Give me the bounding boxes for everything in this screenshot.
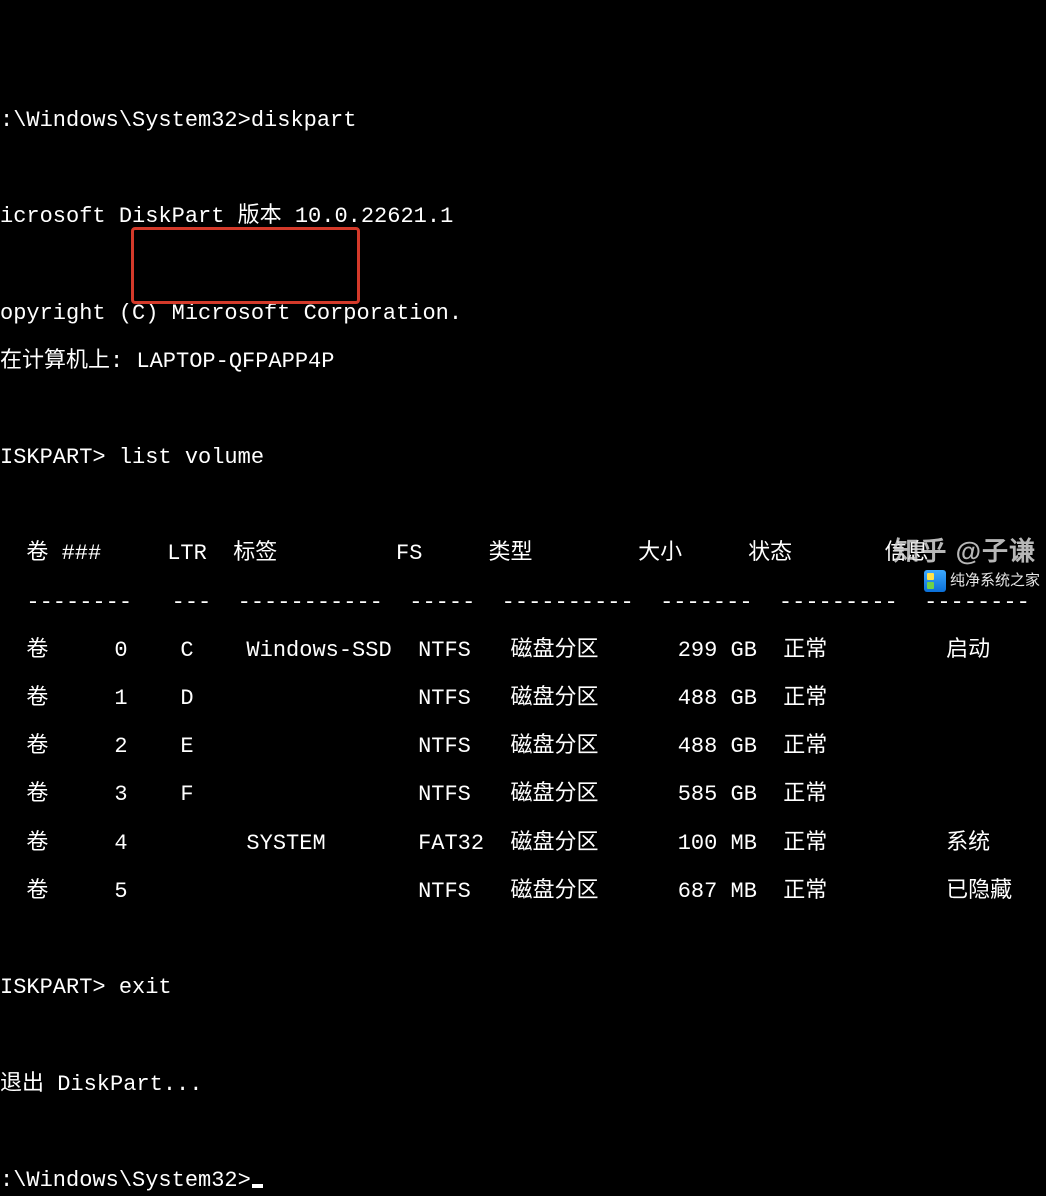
table-row: 卷 3 F NTFS 磁盘分区 585 GB 正常 [0,783,1046,807]
blank-line [0,1121,1046,1145]
command-line[interactable]: ISKPART> exit [0,976,1046,1000]
computer-line: 在计算机上: LAPTOP-QFPAPP4P [0,350,1046,374]
version-line: icrosoft DiskPart 版本 10.0.22621.1 [0,205,1046,229]
site-watermark: 纯净系统之家 [924,570,1040,592]
copyright-line: opyright (C) Microsoft Corporation. [0,302,1046,326]
site-watermark-text: 纯净系统之家 [950,573,1040,590]
prompt-text: :\Windows\System32> [0,1168,251,1193]
table-row: 卷 5 NTFS 磁盘分区 687 MB 正常 已隐藏 [0,880,1046,904]
zhihu-watermark: 知乎 @子谦 [893,537,1036,566]
blank-line [0,928,1046,952]
blank-line [0,494,1046,518]
prompt-line[interactable]: :\Windows\System32> [0,1169,1046,1193]
prompt-line: :\Windows\System32>diskpart [0,109,1046,133]
table-row: 卷 4 SYSTEM FAT32 磁盘分区 100 MB 正常 系统 [0,832,1046,856]
table-header: 卷 ### LTR 标签 FS 类型 大小 状态 信息 [0,542,1046,566]
blank-line [0,1024,1046,1048]
table-divider: -------- --- ----------- ----- ---------… [0,591,1046,615]
exit-message: 退出 DiskPart... [0,1073,1046,1097]
blank-line [0,253,1046,277]
site-logo-icon [924,570,946,592]
table-row: 卷 2 E NTFS 磁盘分区 488 GB 正常 [0,735,1046,759]
table-row: 卷 0 C Windows-SSD NTFS 磁盘分区 299 GB 正常 启动 [0,639,1046,663]
table-row: 卷 1 D NTFS 磁盘分区 488 GB 正常 [0,687,1046,711]
blank-line [0,398,1046,422]
cursor-icon [252,1184,263,1188]
blank-line [0,157,1046,181]
command-line[interactable]: ISKPART> list volume [0,446,1046,470]
